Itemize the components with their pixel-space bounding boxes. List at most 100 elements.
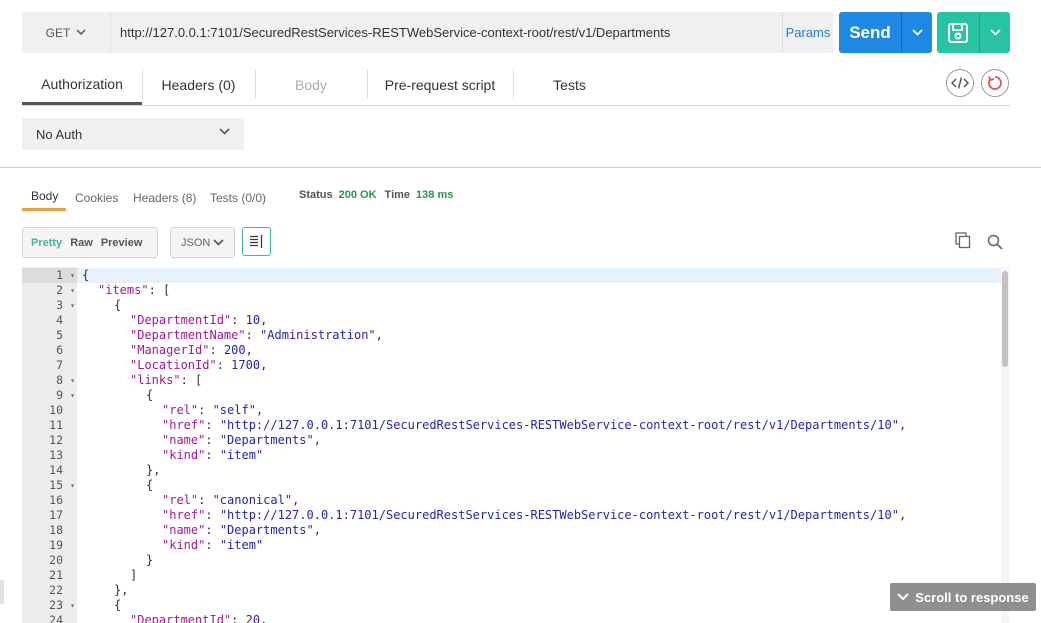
code-line: 5 "DepartmentName": "Administration", [22,328,1001,343]
json-number-value: 1700 [231,358,261,372]
tab-headers[interactable]: Headers (0) [142,65,255,105]
code-text: "rel": "canonical", [162,493,299,508]
code-text: "href": "http://127.0.0.1:7101/SecuredRe… [162,418,906,433]
generate-code-button[interactable] [946,69,974,97]
code-text: "DepartmentName": "Administration", [130,328,383,343]
chevron-down-icon [989,29,1001,36]
json-punctuation: : [198,403,213,417]
code-text: } [146,553,153,568]
sidebar-toggle-handle[interactable] [0,580,4,604]
code-text: "LocationId": 1700, [130,358,267,373]
response-tab-headers[interactable]: Headers (8) [133,184,196,211]
send-options-button[interactable] [902,12,932,53]
json-punctuation: , [260,358,268,372]
time-value: 138 ms [416,189,454,201]
code-text: "DepartmentId": 10, [130,313,267,328]
auth-type-select[interactable]: No Auth [22,118,244,150]
line-number: 21 [49,568,63,582]
code-line: 11 "href": "http://127.0.0.1:7101/Secured… [22,418,1001,433]
line-number: 17 [49,508,63,522]
method-select[interactable]: GET [22,12,110,53]
code-line: 7 "LocationId": 1700, [22,358,1001,373]
json-punctuation: : [231,313,246,327]
code-line: 13 "kind": "item" [22,448,1001,463]
scrollbar-thumb[interactable] [1002,271,1008,367]
code-line: 19 "kind": "item" [22,538,1001,553]
code-line: 23 ▾{ [22,598,1001,613]
method-label: GET [45,25,71,40]
save-button[interactable] [937,12,979,53]
json-key: "LocationId" [130,358,217,372]
json-key: "DepartmentName" [130,328,246,342]
fold-toggle-icon[interactable]: ▾ [68,283,77,298]
json-punctuation: , [375,328,383,342]
chevron-down-icon [897,593,909,601]
code-line: 22}, [22,583,1001,598]
json-string-value: "canonical" [212,493,293,507]
tab-body[interactable]: Body [255,65,367,105]
scroll-to-response-button[interactable]: Scroll to response [890,583,1036,611]
code-text: { [146,388,153,403]
response-tab-cookies[interactable]: Cookies [75,184,118,211]
format-select[interactable]: JSON [170,227,235,258]
save-options-button[interactable] [980,12,1010,53]
json-key: "name" [162,433,206,447]
line-number: 12 [49,433,63,447]
json-key: "href" [162,508,206,522]
fold-toggle-icon[interactable]: ▾ [68,373,77,388]
line-number: 22 [49,583,63,597]
code-line: 21] [22,568,1001,583]
line-number: 19 [49,538,63,552]
view-mode-group: Pretty Raw Preview [22,227,158,258]
json-punctuation: , [898,508,907,522]
response-tab-body[interactable]: Body [22,184,66,211]
response-body-viewer[interactable]: 1 ▾{2 ▾ "items": [3 ▾{4 "DepartmentId": 10, 5 "… [22,267,1009,623]
code-line: 10 "rel": "self", [22,403,1001,418]
json-punctuation: { [114,298,122,312]
params-button[interactable]: Params [782,12,833,53]
view-mode-pretty[interactable]: Pretty [23,237,66,249]
tab-pre-request-script[interactable]: Pre-request script [367,65,513,105]
wrap-lines-button[interactable] [242,227,271,256]
response-tab-tests[interactable]: Tests (0/0) [210,184,266,211]
code-line: 8 ▾ "links": [ [22,373,1001,388]
line-number: 4 [56,313,63,327]
fold-toggle-icon[interactable]: ▾ [68,478,77,493]
tab-tests[interactable]: Tests [513,65,626,105]
view-mode-preview[interactable]: Preview [97,237,147,249]
copy-icon[interactable] [955,232,971,249]
fold-toggle-icon[interactable]: ▾ [68,598,77,613]
view-mode-raw[interactable]: Raw [66,237,97,249]
search-icon[interactable] [987,234,1003,250]
request-bar: GET http://127.0.0.1:7101/SecuredRestSer… [22,12,833,53]
code-text: "name": "Departments", [162,523,321,538]
code-line: 4 "DepartmentId": 10, [22,313,1001,328]
tab-authorization[interactable]: Authorization [22,65,142,105]
json-punctuation: , [313,523,321,537]
status-label: Status [299,189,333,201]
json-string-value: "Administration" [260,328,376,342]
line-number: 20 [49,553,63,567]
line-number: 11 [49,418,63,432]
json-punctuation: , [260,613,268,623]
code-line: 17 "href": "http://127.0.0.1:7101/Secured… [22,508,1001,523]
line-number: 24 [49,613,63,623]
json-punctuation: { [146,388,154,402]
json-punctuation: : [198,493,213,507]
code-scrollbar[interactable] [1001,267,1009,623]
line-number: 18 [49,523,63,537]
url-input[interactable]: http://127.0.0.1:7101/SecuredRestService… [110,12,782,53]
fold-toggle-icon[interactable]: ▾ [68,268,77,283]
fold-toggle-icon[interactable]: ▾ [68,388,77,403]
json-punctuation: { [146,478,154,492]
code-text: "DepartmentId": 20, [130,613,267,623]
json-key: "kind" [162,538,206,552]
chevron-down-icon [213,239,224,246]
json-punctuation: : [205,433,220,447]
code-text: ] [130,568,137,583]
send-button[interactable]: Send [839,12,901,53]
reset-button[interactable] [981,69,1009,97]
code-line: 18 "name": "Departments", [22,523,1001,538]
fold-toggle-icon[interactable]: ▾ [68,298,77,313]
json-key: "links" [130,373,181,387]
